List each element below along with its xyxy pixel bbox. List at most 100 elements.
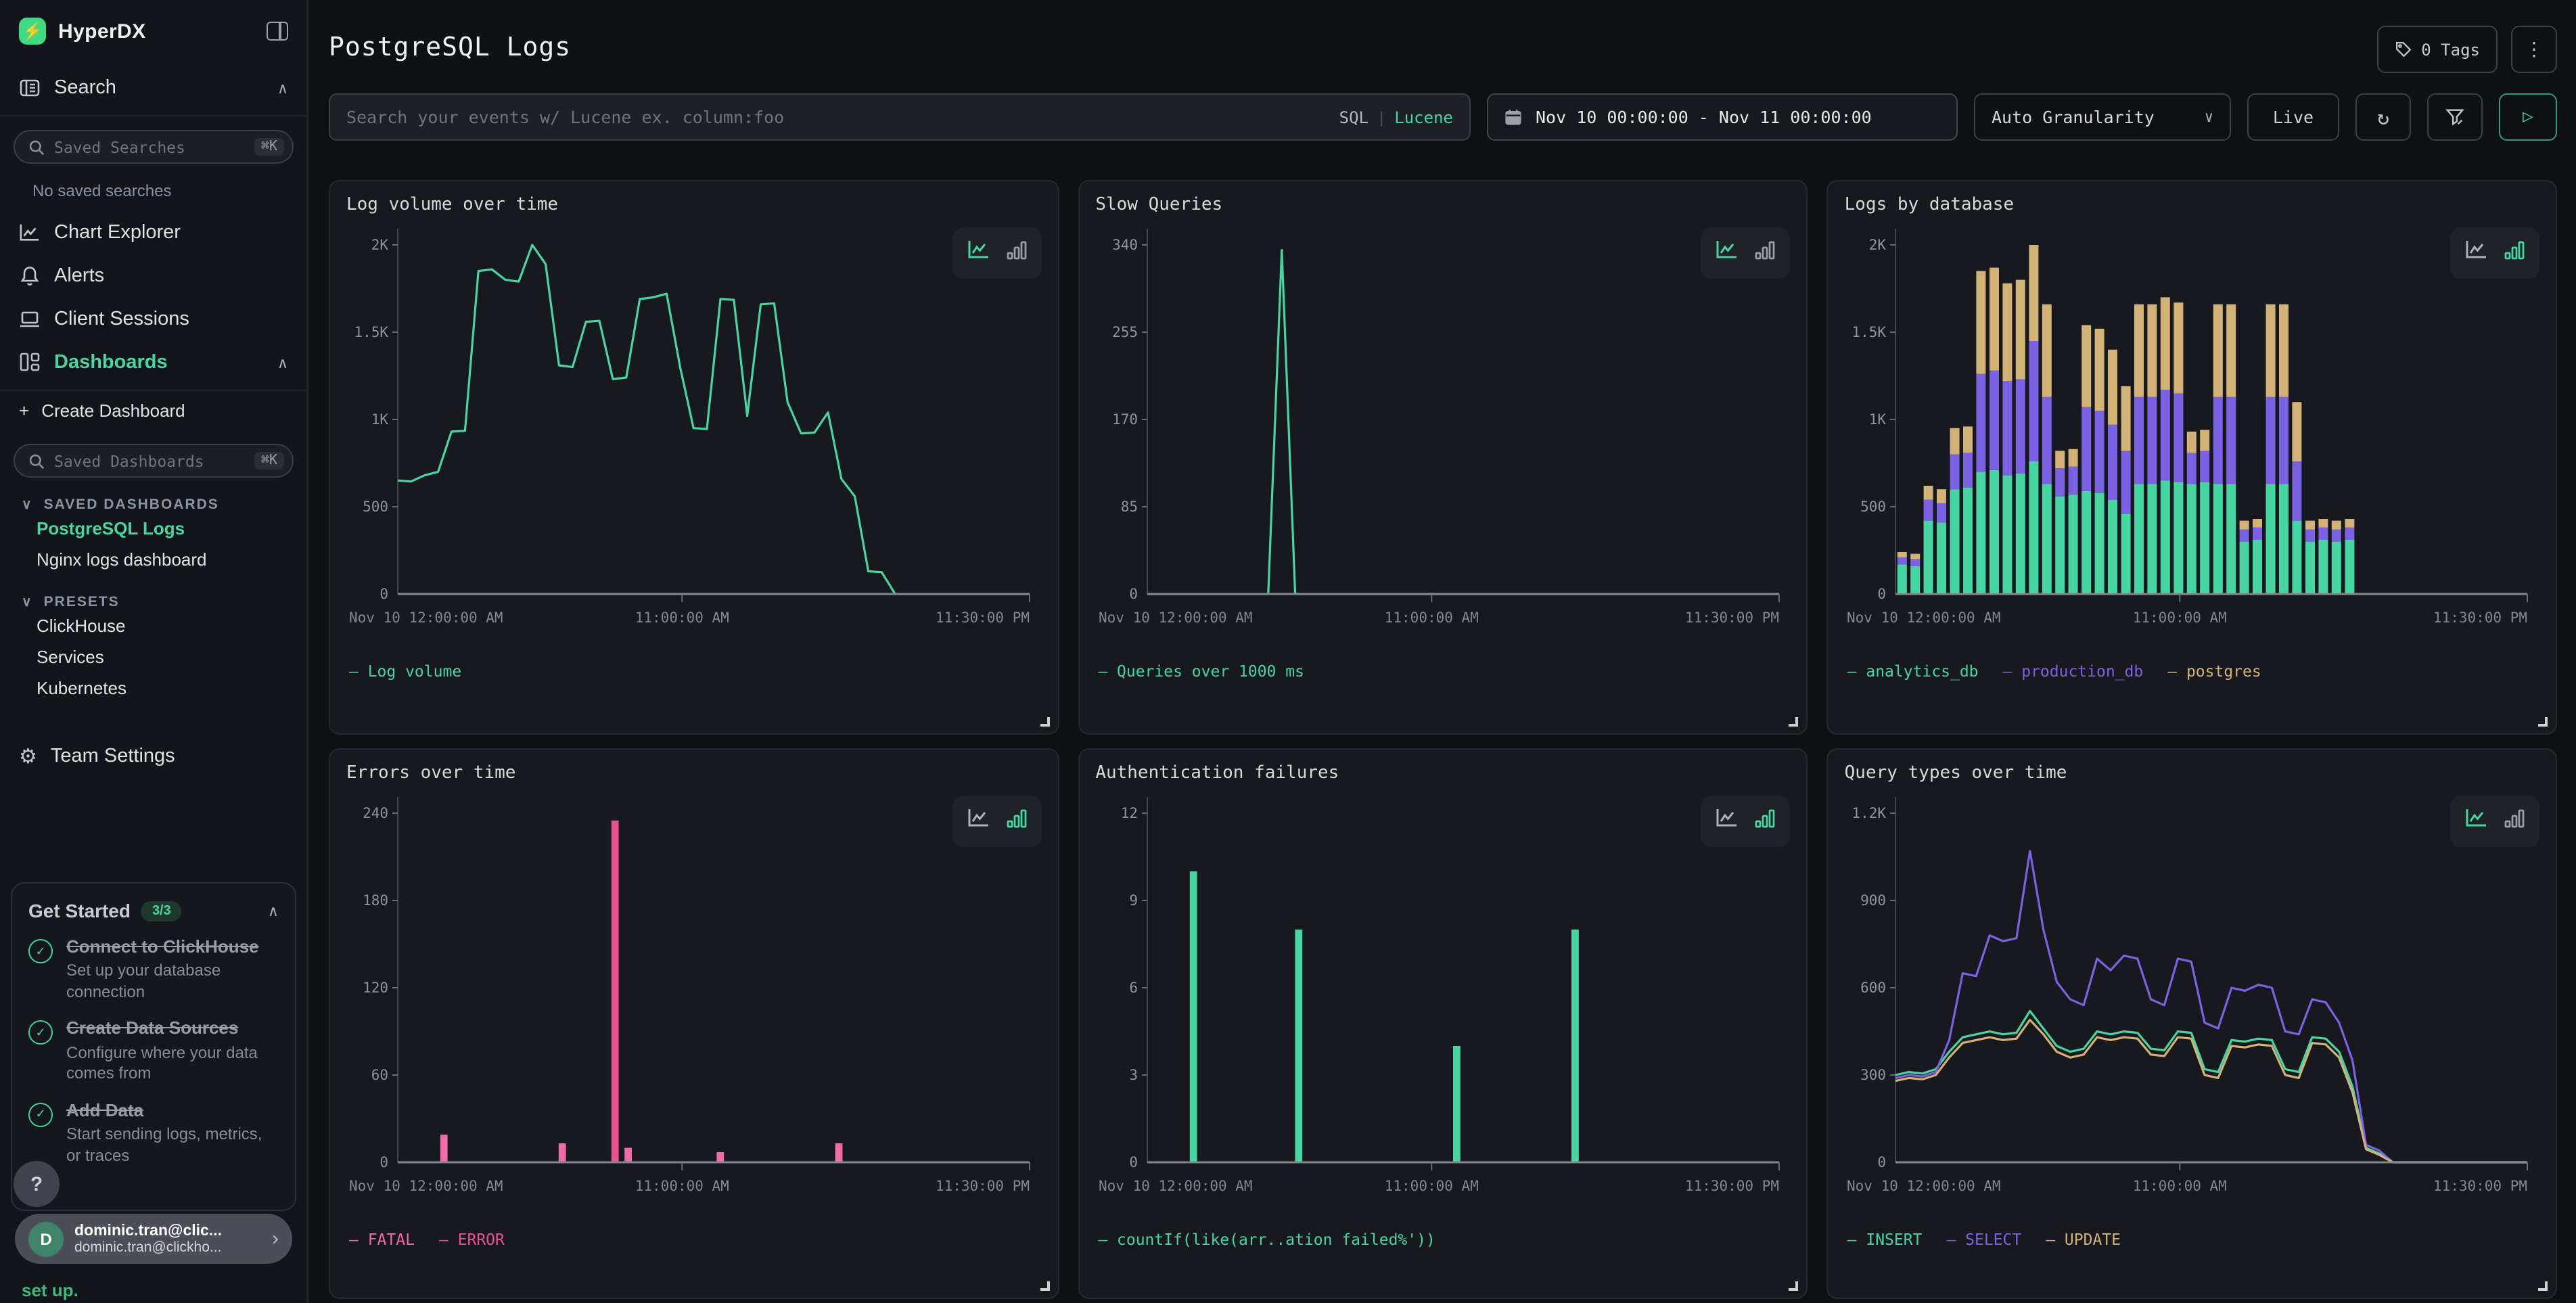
sql-mode-toggle[interactable]: SQL [1339, 108, 1368, 127]
tags-button[interactable]: 0 Tags [2376, 26, 2498, 73]
presets-section-header[interactable]: ∨ PRESETS [22, 594, 307, 610]
live-button[interactable]: Live [2247, 93, 2339, 141]
svg-text:900: 900 [1861, 892, 1887, 909]
resize-handle-icon[interactable] [1040, 717, 1049, 727]
bar-view-icon[interactable] [1006, 240, 1026, 266]
chart-view-toggle[interactable] [1701, 227, 1791, 279]
sidebar-item-services[interactable]: Services [0, 641, 307, 672]
svg-text:9: 9 [1129, 892, 1138, 909]
lucene-mode-toggle[interactable]: Lucene [1394, 108, 1453, 127]
filter-button[interactable] [2427, 93, 2483, 141]
line-view-icon[interactable] [2465, 808, 2488, 835]
create-dashboard-button[interactable]: + Create Dashboard [0, 391, 307, 430]
bar-view-icon[interactable] [2504, 240, 2525, 266]
svg-text:11:30:00 PM: 11:30:00 PM [1684, 1178, 1778, 1194]
sidebar-item-alerts[interactable]: Alerts [0, 254, 307, 298]
sidebar-item-nginx-logs-dashboard[interactable]: Nginx logs dashboard [0, 544, 307, 575]
svg-text:0: 0 [380, 586, 388, 602]
help-button[interactable]: ? [14, 1161, 60, 1207]
sidebar-collapse-icon[interactable] [267, 22, 288, 41]
resize-handle-icon[interactable] [1789, 717, 1799, 727]
refresh-button[interactable]: ↻ [2355, 93, 2411, 141]
line-view-icon[interactable] [1716, 808, 1739, 835]
get-started-item-sources[interactable]: ✓ Create Data Sources Configure where yo… [28, 1018, 279, 1085]
svg-text:2K: 2K [371, 237, 389, 253]
get-started-item-connect[interactable]: ✓ Connect to ClickHouse Set up your data… [28, 936, 279, 1003]
svg-text:11:30:00 PM: 11:30:00 PM [2434, 610, 2528, 626]
svg-text:180: 180 [363, 892, 388, 909]
get-started-item-title: Add Data [66, 1100, 279, 1122]
sidebar-item-chart-explorer[interactable]: Chart Explorer [0, 211, 307, 254]
line-view-icon[interactable] [967, 808, 990, 835]
resize-handle-icon[interactable] [1789, 1281, 1799, 1291]
chevron-up-icon[interactable]: ∧ [277, 79, 288, 97]
saved-dashboards-section-header[interactable]: ∨ SAVED DASHBOARDS [22, 497, 307, 513]
run-query-button[interactable]: ▷ [2499, 93, 2557, 141]
chevron-up-icon[interactable]: ∧ [277, 354, 288, 371]
chart-card-query-types[interactable]: Query types over time 03006009001.2K11:0… [1827, 748, 2557, 1299]
chart-plot: 03006009001.2K11:00:00 AM11:30:00 PMNov … [1845, 789, 2542, 1225]
line-view-icon[interactable] [2465, 239, 2488, 267]
bar-view-icon[interactable] [2504, 808, 2525, 834]
svg-text:0: 0 [1878, 586, 1887, 602]
get-started-item-add-data[interactable]: ✓ Add Data Start sending logs, metrics, … [28, 1100, 279, 1167]
sidebar-item-clickhouse[interactable]: ClickHouse [0, 610, 307, 641]
check-circle-icon: ✓ [28, 1021, 53, 1045]
chart-title: Query types over time [1845, 763, 2539, 783]
resize-handle-icon[interactable] [2538, 717, 2548, 727]
event-search-input[interactable]: Search your events w/ Lucene ex. column:… [329, 93, 1471, 141]
create-dashboard-label: Create Dashboard [41, 401, 185, 421]
svg-text:1.5K: 1.5K [354, 324, 388, 340]
hyperdx-app: ⚡ HyperDX Search ∧ Saved Searches ⌘K No … [0, 0, 2576, 1303]
sidebar-item-kubernetes[interactable]: Kubernetes [0, 672, 307, 704]
chart-card-auth-failures[interactable]: Authentication failures 03691211:00:00 A… [1078, 748, 1808, 1299]
chart-view-toggle[interactable] [952, 227, 1041, 279]
svg-text:240: 240 [363, 805, 388, 821]
sidebar-item-dashboards[interactable]: Dashboards ∧ [0, 341, 307, 384]
avatar: D [28, 1221, 64, 1256]
chart-card-logs-by-database[interactable]: Logs by database 05001K1.5K2K11:00:00 AM… [1827, 180, 2557, 735]
chart-title: Errors over time [346, 763, 1041, 783]
get-started-item-desc: Configure where your data comes from [66, 1043, 279, 1084]
chart-title: Logs by database [1845, 195, 2539, 215]
sidebar-item-search[interactable]: Search ∧ [0, 66, 307, 110]
chevron-up-icon[interactable]: ∧ [268, 902, 279, 919]
svg-text:300: 300 [1861, 1067, 1887, 1083]
sidebar-item-postgresql-logs[interactable]: PostgreSQL Logs [0, 513, 307, 544]
svg-text:1.5K: 1.5K [1852, 324, 1887, 340]
chart-card-errors[interactable]: Errors over time 06012018024011:00:00 AM… [329, 748, 1059, 1299]
bar-view-icon[interactable] [1006, 808, 1026, 834]
time-range-picker[interactable]: Nov 10 00:00:00 - Nov 11 00:00:00 [1487, 93, 1958, 141]
chart-view-toggle[interactable] [1701, 796, 1791, 847]
chart-view-toggle[interactable] [2450, 796, 2539, 847]
svg-text:85: 85 [1120, 499, 1137, 515]
saved-dashboards-input[interactable]: Saved Dashboards ⌘K [14, 444, 294, 478]
command-k-shortcut: ⌘K [254, 452, 284, 470]
more-menu-button[interactable]: ⋮ [2511, 26, 2557, 73]
sidebar-item-client-sessions[interactable]: Client Sessions [0, 298, 307, 341]
sidebar-item-label: Team Settings [51, 746, 288, 767]
chevron-right-icon: › [272, 1227, 279, 1250]
chart-view-toggle[interactable] [2450, 227, 2539, 279]
dashboard-grid-icon [19, 352, 41, 373]
chart-view-toggle[interactable] [952, 796, 1041, 847]
resize-handle-icon[interactable] [1040, 1281, 1049, 1291]
line-view-icon[interactable] [967, 239, 990, 267]
granularity-select[interactable]: Auto Granularity ∨ [1974, 93, 2231, 141]
svg-text:Nov 10 12:00:00 AM: Nov 10 12:00:00 AM [1847, 1178, 2002, 1194]
resize-handle-icon[interactable] [2538, 1281, 2548, 1291]
divider [0, 115, 307, 116]
bar-view-icon[interactable] [1755, 240, 1776, 266]
user-menu[interactable]: D dominic.tran@clic... dominic.tran@clic… [15, 1214, 292, 1264]
saved-searches-input[interactable]: Saved Searches ⌘K [14, 130, 294, 164]
sidebar-item-team-settings[interactable]: ⚙ Team Settings [0, 733, 307, 779]
section-label: SAVED DASHBOARDS [44, 497, 219, 513]
bar-view-icon[interactable] [1755, 808, 1776, 834]
chart-title: Log volume over time [346, 195, 1041, 215]
chart-card-slow-queries[interactable]: Slow Queries 08517025534011:00:00 AM11:3… [1078, 180, 1808, 735]
get-started-item-desc: Start sending logs, metrics, or traces [66, 1124, 279, 1166]
check-circle-icon: ✓ [28, 939, 53, 963]
line-view-icon[interactable] [1716, 239, 1739, 267]
chart-card-log-volume[interactable]: Log volume over time 05001K1.5K2K11:00:0… [329, 180, 1059, 735]
bell-icon [19, 265, 41, 287]
